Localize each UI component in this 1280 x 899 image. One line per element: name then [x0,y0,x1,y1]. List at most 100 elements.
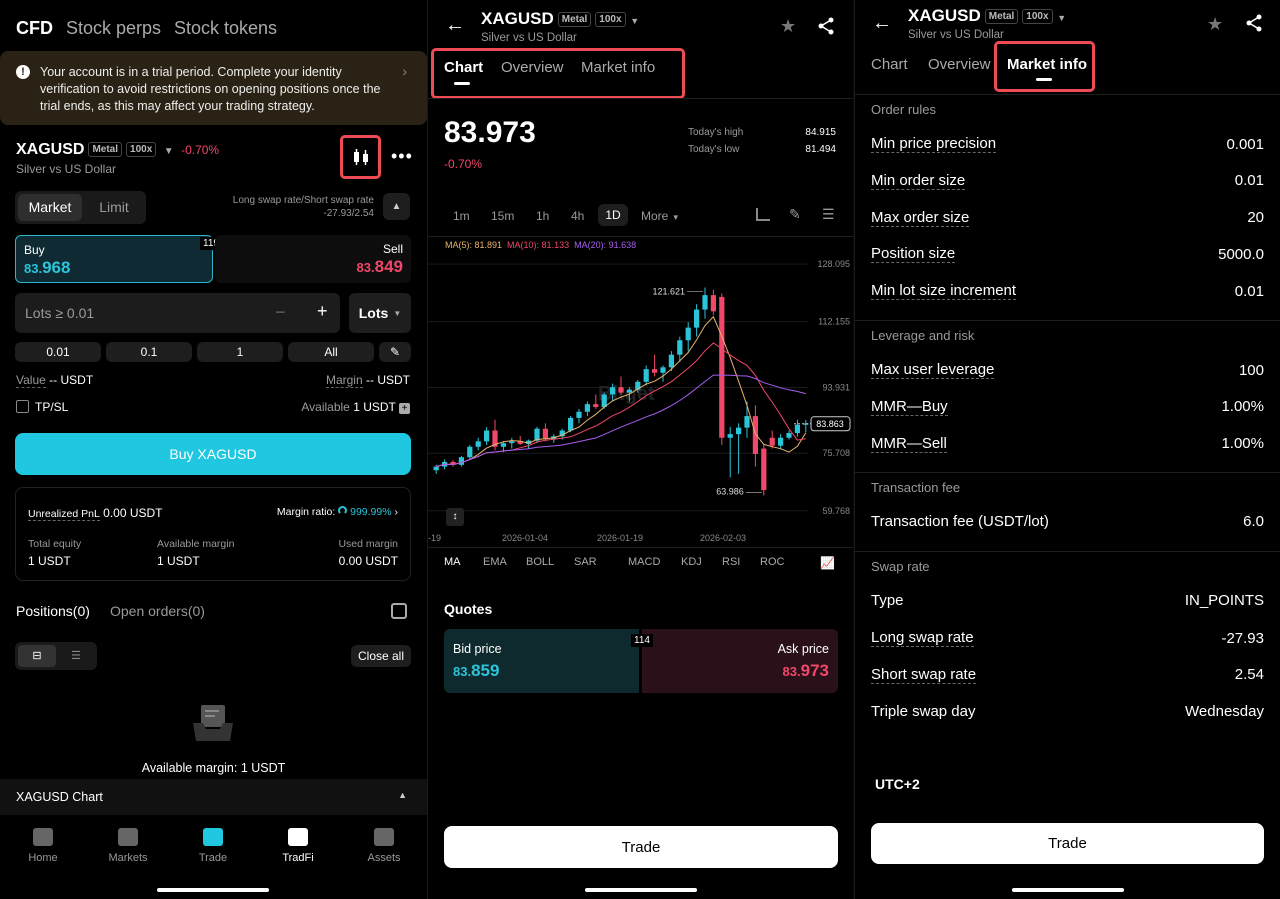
limit-tab[interactable]: Limit [85,194,143,221]
available-margin-label: Available margin [157,538,235,550]
x-tick-label: 2026-01-19 [597,533,643,543]
tab-stock-tokens[interactable]: Stock tokens [174,18,277,39]
divider [855,94,1280,95]
list-view-icon[interactable]: ☰ [58,645,94,667]
info-row: Transaction fee (USDT/lot) 6.0 [871,513,1264,530]
tab-stock-perps[interactable]: Stock perps [66,18,161,39]
tab-market-info[interactable]: Market info [581,59,655,76]
nav-tradfi[interactable]: TradFi [268,828,328,864]
trade-button[interactable]: Trade [871,823,1264,864]
info-label: Transaction fee (USDT/lot) [871,513,1049,531]
nav-home[interactable]: Home [13,828,73,864]
interval-1m[interactable]: 1m [453,209,470,223]
chevron-up-icon[interactable]: ▲ [383,193,410,220]
quick-lot-2[interactable]: 1 [197,342,283,362]
candlestick-chart[interactable]: 128.095112.15593.93175.70859.768Bitget12… [428,250,853,546]
nav-assets[interactable]: Assets [354,828,414,864]
more-icon[interactable]: ••• [391,146,413,167]
candle-body [534,428,540,441]
symbol-header[interactable]: XAGUSD Metal 100x ▼ [481,9,639,29]
symbol-header[interactable]: XAGUSD Metal 100x ▼ -0.70% [16,141,219,159]
type-badge: Metal [984,9,1019,25]
section-title: Order rules [871,102,937,117]
candle-body [719,296,725,438]
add-funds-icon[interactable]: + [399,403,410,414]
sell-box[interactable]: Sell 83.849 [215,235,411,283]
indicator-roc[interactable]: ROC [760,556,784,568]
back-arrow-icon[interactable]: ← [445,14,465,37]
indicator-macd[interactable]: MACD [628,556,660,568]
tab-overview[interactable]: Overview [928,56,991,73]
grid-view-icon[interactable]: ⊟ [18,645,56,667]
interval-1d[interactable]: 1D [598,204,628,226]
tab-overview[interactable]: Overview [501,59,564,76]
indicator-settings-icon[interactable]: 📈 [820,556,835,570]
tab-cfd[interactable]: CFD [16,18,53,39]
indicator-boll[interactable]: BOLL [526,556,554,568]
quick-lot-1[interactable]: 0.1 [106,342,192,362]
candle-body [626,389,633,393]
plus-icon[interactable]: + [317,301,328,322]
interval-4h[interactable]: 4h [571,209,584,223]
nav-markets[interactable]: Markets [98,828,158,864]
tab-chart[interactable]: Chart [444,59,483,76]
tab-chart[interactable]: Chart [871,56,908,73]
edit-icon[interactable]: ✎ [379,342,411,362]
indicator-ema[interactable]: EMA [483,556,507,568]
low-label: Today's low [688,144,740,155]
chart-type-icon[interactable] [756,208,770,221]
back-arrow-icon[interactable]: ← [872,12,892,35]
candle-body [609,387,616,395]
open-orders-tab[interactable]: Open orders(0) [110,603,205,619]
bid-box[interactable]: Bid price 83.859 [444,629,639,693]
chart-toggle-bar[interactable]: XAGUSD Chart ▲ [0,779,427,815]
indicator-rsi[interactable]: RSI [722,556,740,568]
lots-unit-select[interactable]: Lots ▼ [349,293,411,333]
info-label: Type [871,592,904,610]
lots-placeholder: Lots ≥ 0.01 [25,305,95,321]
share-icon[interactable] [1245,14,1263,32]
indicator-kdj[interactable]: KDJ [681,556,702,568]
margin-amount: -- USDT [366,373,410,387]
candle-body [660,367,666,373]
tab-market-info[interactable]: Market info [1007,56,1087,73]
minus-icon[interactable]: − [275,302,286,323]
ask-box[interactable]: Ask price 83.973 [642,629,838,693]
star-icon[interactable]: ★ [780,16,796,37]
symbol-header[interactable]: XAGUSD Metal 100x ▼ [908,6,1066,26]
star-icon[interactable]: ★ [1207,14,1223,35]
buy-button[interactable]: Buy XAGUSD [15,433,411,475]
indicator-ma[interactable]: MA [444,556,461,568]
market-tab[interactable]: Market [18,194,82,221]
buy-price-main: 968 [42,258,71,277]
info-label: Min lot size increment [871,282,1017,301]
info-value: 20 [1247,209,1264,227]
trade-button[interactable]: Trade [444,826,838,868]
buy-box[interactable]: Buy 83.968 [15,235,213,283]
draw-icon[interactable]: ✎ [789,206,801,223]
close-all-button[interactable]: Close all [351,645,411,667]
expand-vertical-icon[interactable]: ↕ [446,508,464,526]
settings-icon[interactable]: ☰ [822,206,835,223]
trial-notice[interactable]: ! Your account is in a trial period. Com… [0,51,427,125]
interval-more[interactable]: More ▼ [641,209,680,223]
nav-trade[interactable]: Trade [183,828,243,864]
ask-prefix: 83. [782,664,801,679]
quick-lot-all[interactable]: All [288,342,374,362]
candle-body [761,448,767,491]
share-icon[interactable] [817,17,835,35]
quick-lot-0[interactable]: 0.01 [15,342,101,362]
lots-input[interactable]: Lots ≥ 0.01 − + [15,293,340,333]
candle-body [433,466,439,471]
candlestick-chart-icon[interactable] [351,148,371,166]
interval-15m[interactable]: 15m [491,209,514,223]
margin-ratio-row[interactable]: Margin ratio: 999.99% › [277,506,398,518]
indicator-sar[interactable]: SAR [574,556,597,568]
upnl-label: Unrealized PnL [28,508,100,521]
x-tick-label: -19 [428,533,441,543]
positions-tab[interactable]: Positions(0) [16,603,90,619]
bid-label: Bid price [453,642,502,656]
interval-1h[interactable]: 1h [536,209,549,223]
history-icon[interactable] [391,603,407,619]
tpsl-checkbox[interactable] [16,400,29,413]
